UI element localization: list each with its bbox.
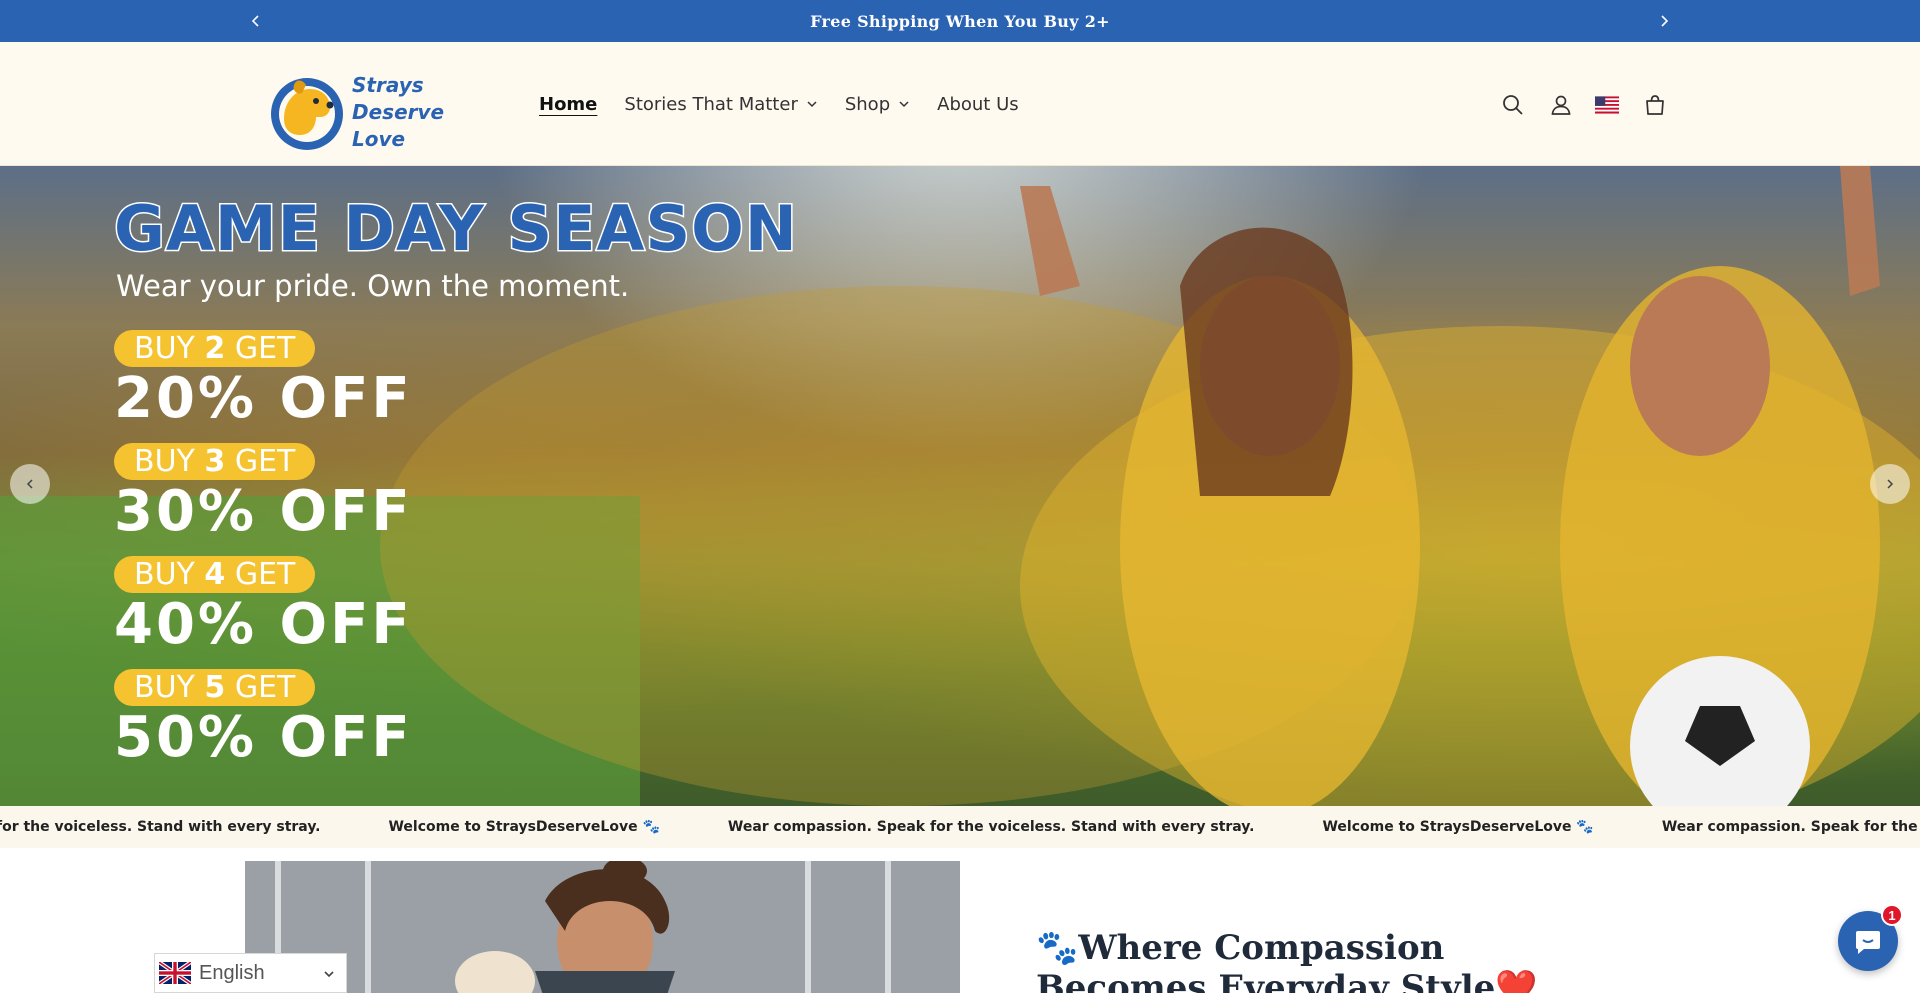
offer-pill: BUY 2 GET <box>114 330 316 367</box>
announcement-next-button[interactable] <box>1649 0 1679 42</box>
shelter-photo <box>245 861 960 993</box>
offer-discount: 50% OFF <box>114 705 413 770</box>
marquee-track: for the voiceless. Stand with every stra… <box>0 806 1920 848</box>
feature-heading: 🐾Where Compassion Becomes Everyday Style… <box>1036 928 1538 993</box>
scrolling-marquee: for the voiceless. Stand with every stra… <box>0 806 1920 848</box>
main-nav: Home Stories That Matter Shop About Us <box>539 42 1019 166</box>
language-selector[interactable]: English <box>154 953 347 993</box>
nav-label-home: Home <box>539 93 598 115</box>
nav-item-about[interactable]: About Us <box>937 94 1019 115</box>
logo-text: Strays Deserve Love <box>352 72 481 153</box>
chevron-down-icon <box>324 971 334 978</box>
chevron-left-icon <box>26 479 33 489</box>
hero-banner[interactable]: GAME DAY SEASON Wear your pride. Own the… <box>0 166 1920 806</box>
offer-pill: BUY 4 GET <box>114 556 316 593</box>
chevron-down-icon <box>899 101 909 108</box>
chat-bubble-icon <box>1856 931 1880 954</box>
offer-pill: BUY 5 GET <box>114 669 316 706</box>
offer-tier: BUY 4 GET 40% OFF <box>114 556 413 657</box>
search-icon <box>1503 95 1523 115</box>
nav-label-shop: Shop <box>844 93 891 115</box>
chevron-down-icon <box>807 101 817 108</box>
woman-with-puppy-image <box>245 861 960 993</box>
site-header: Strays Deserve Love Home Stories That Ma… <box>0 42 1920 166</box>
offer-pill: BUY 3 GET <box>114 443 316 480</box>
announcement-message: Free Shipping When You Buy 2+ <box>810 11 1110 31</box>
slideshow-prev-button[interactable] <box>10 464 50 504</box>
nav-label-about: About Us <box>937 93 1019 115</box>
account-button[interactable] <box>1547 91 1575 119</box>
chevron-right-icon <box>1887 479 1894 489</box>
nav-item-home[interactable]: Home <box>539 94 597 115</box>
offer-discount: 30% OFF <box>114 479 413 544</box>
language-label: English <box>199 961 265 984</box>
site-logo[interactable]: Strays Deserve Love <box>266 72 481 152</box>
cart-icon <box>1646 95 1664 115</box>
nav-item-stories[interactable]: Stories That Matter <box>624 94 817 115</box>
logo-line-2: Deserve Love <box>352 99 445 151</box>
marquee-item: for the voiceless. Stand with every stra… <box>0 819 321 835</box>
country-selector[interactable] <box>1593 91 1621 119</box>
dog-logo-icon <box>271 78 343 150</box>
slideshow-next-button[interactable] <box>1870 464 1910 504</box>
account-icon <box>1551 95 1571 115</box>
offer-tier: BUY 5 GET 50% OFF <box>114 669 413 770</box>
nav-item-shop[interactable]: Shop <box>845 94 910 115</box>
marquee-item: Wear compassion. Speak for the voiceless… <box>1661 819 1920 835</box>
search-button[interactable] <box>1499 91 1527 119</box>
uk-flag-icon <box>159 962 191 984</box>
marquee-item: Wear compassion. Speak for the voiceless… <box>727 819 1255 835</box>
offer-discount: 20% OFF <box>114 366 413 431</box>
chat-notification-badge: 1 <box>1881 904 1903 926</box>
marquee-item: Welcome to StraysDeserveLove 🐾 <box>388 819 660 835</box>
hero-headline: GAME DAY SEASON <box>113 192 799 265</box>
us-flag-icon <box>1595 96 1619 114</box>
logo-line-1: Strays <box>352 72 424 97</box>
chevron-right-icon <box>1661 15 1669 27</box>
offer-tier: BUY 3 GET 30% OFF <box>114 443 413 544</box>
hero-subheadline: Wear your pride. Own the moment. <box>116 269 630 303</box>
offer-discount: 40% OFF <box>114 592 413 657</box>
marquee-item: Welcome to StraysDeserveLove 🐾 <box>1322 819 1594 835</box>
announcement-bar: Free Shipping When You Buy 2+ <box>0 0 1920 42</box>
offer-tier: BUY 2 GET 20% OFF <box>114 330 413 431</box>
nav-label-stories: Stories That Matter <box>624 93 798 115</box>
cart-button[interactable] <box>1641 91 1669 119</box>
